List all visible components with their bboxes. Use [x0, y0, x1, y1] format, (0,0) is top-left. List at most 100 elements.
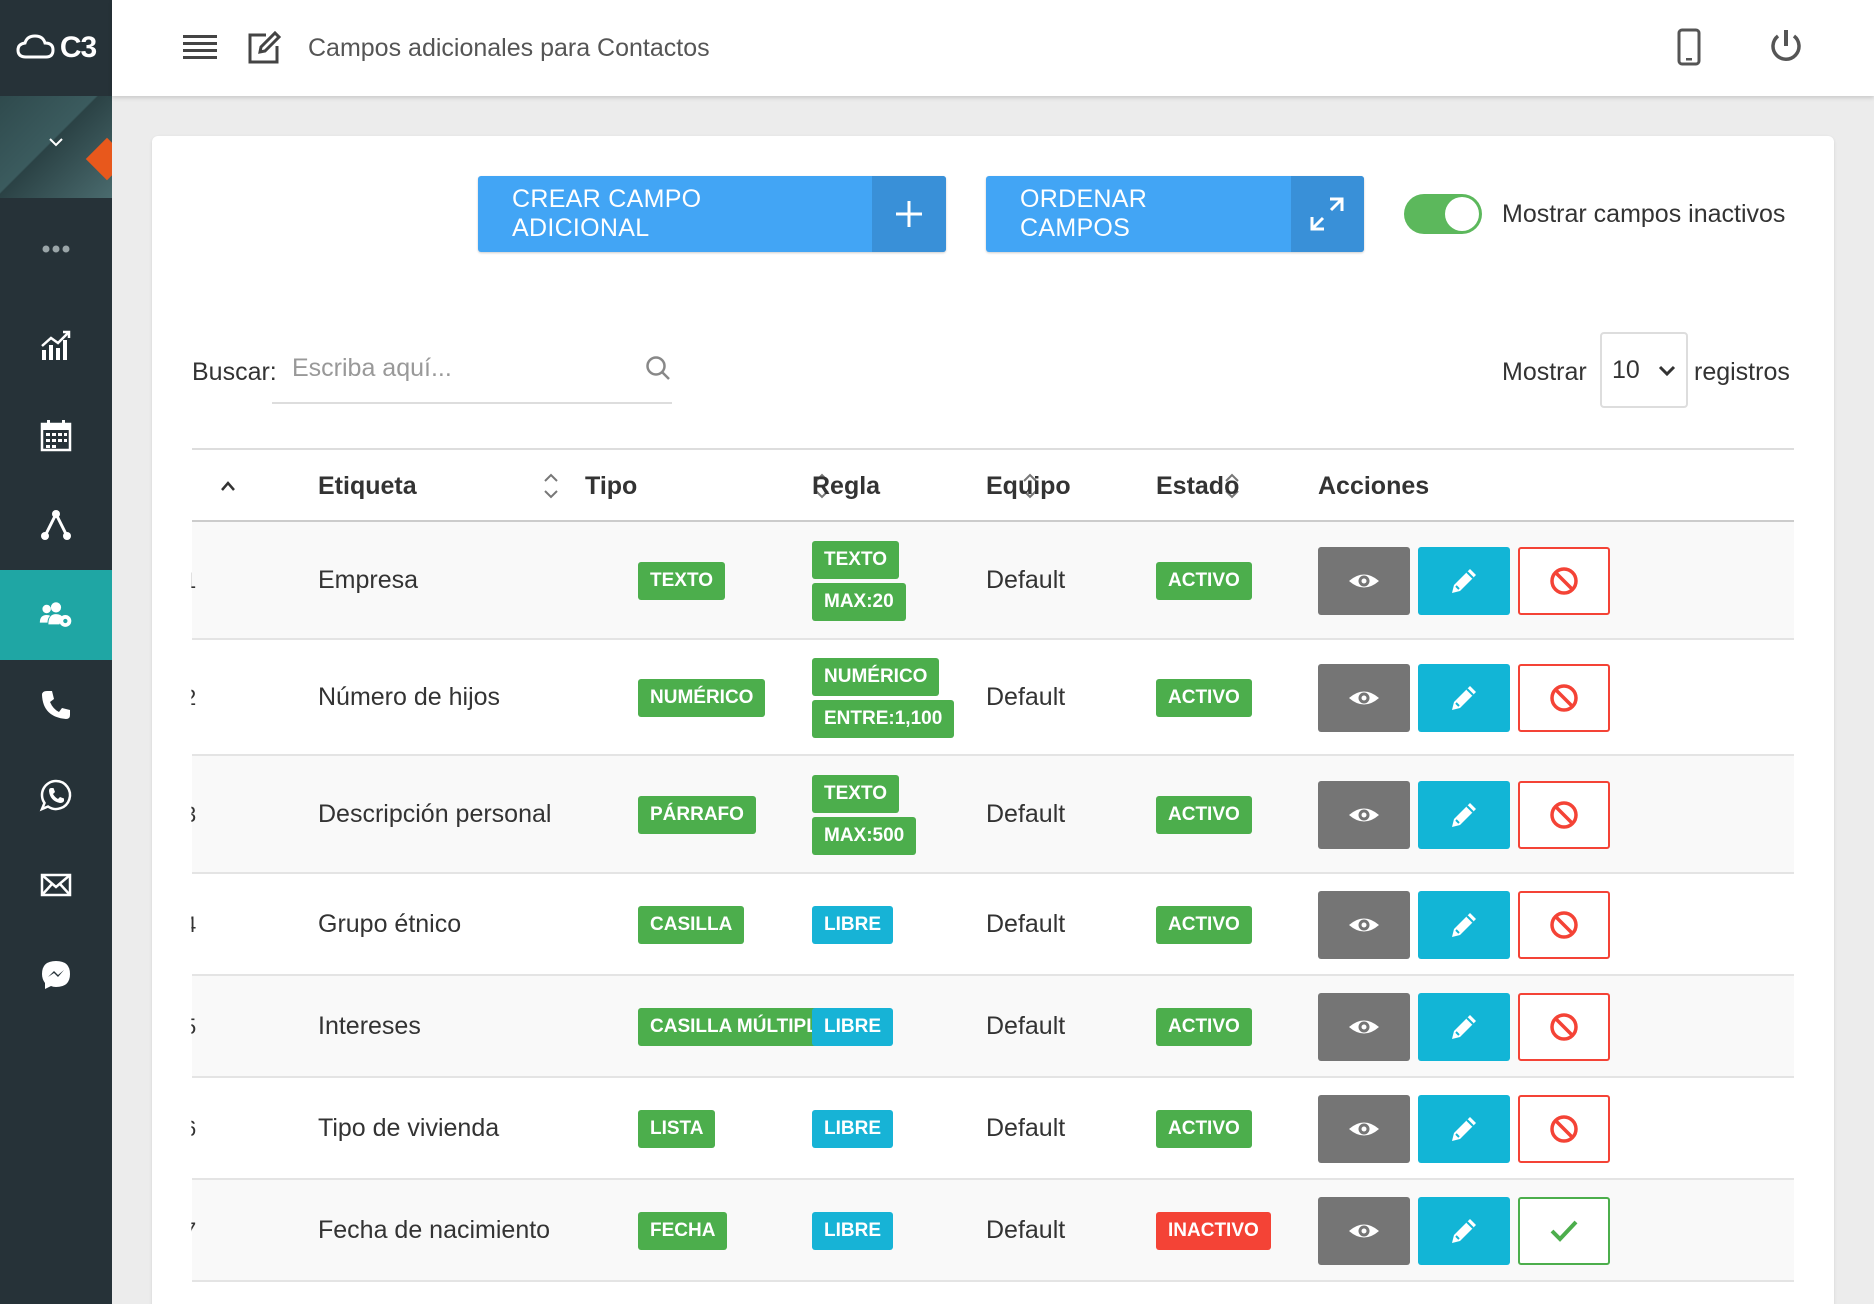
deactivate-button[interactable]: [1518, 664, 1610, 732]
team-value: Default: [986, 910, 1065, 939]
sidebar-item-reports[interactable]: [0, 300, 112, 390]
view-button[interactable]: [1318, 1197, 1410, 1265]
power-icon[interactable]: [1768, 28, 1804, 64]
edit-button[interactable]: [1418, 547, 1510, 615]
top-header: Campos adicionales para Contactos: [112, 0, 1874, 96]
rule-badge: ENTRE:1,100: [812, 700, 954, 738]
edit-button[interactable]: [1418, 993, 1510, 1061]
type-badge: FECHA: [638, 1212, 727, 1250]
sidebar-item-calendar[interactable]: [0, 390, 112, 480]
page-size-label: Mostrar: [1502, 358, 1587, 387]
sidebar-nav: [0, 198, 112, 1020]
check-icon: [1547, 1214, 1581, 1248]
eye-icon: [1347, 564, 1381, 598]
field-label: Número de hijos: [318, 683, 500, 712]
menu-icon[interactable]: [182, 32, 218, 64]
status-badge: ACTIVO: [1156, 562, 1252, 600]
cloud-icon: [16, 33, 56, 63]
edit-button[interactable]: [1418, 664, 1510, 732]
col-equipo[interactable]: Equipo: [986, 472, 1071, 501]
rule-badge: TEXTO: [812, 775, 899, 813]
col-regla[interactable]: Regla: [812, 472, 880, 501]
team-value: Default: [986, 1216, 1065, 1245]
eye-icon: [1347, 798, 1381, 832]
col-estado[interactable]: Estado: [1156, 472, 1239, 501]
table-header: Etiqueta Tipo Regla Equipo Estado Accion…: [192, 448, 1794, 522]
sidebar-item-contacts[interactable]: [0, 570, 112, 660]
chart-icon: [39, 328, 73, 362]
search-icon[interactable]: [644, 354, 672, 382]
rule-badge: MAX:500: [812, 817, 916, 855]
col-etiqueta[interactable]: Etiqueta: [318, 472, 417, 501]
type-badge: LISTA: [638, 1110, 715, 1148]
more-dots-icon: [39, 232, 73, 266]
edit-button[interactable]: [1418, 1095, 1510, 1163]
col-tipo[interactable]: Tipo: [585, 472, 637, 501]
table-row: 7Fecha de nacimientoFECHALIBREDefaultINA…: [192, 1180, 1794, 1282]
deactivate-button[interactable]: [1518, 1095, 1610, 1163]
eye-icon: [1347, 908, 1381, 942]
view-button[interactable]: [1318, 547, 1410, 615]
status-badge: ACTIVO: [1156, 1008, 1252, 1046]
type-badge: CASILLA: [638, 906, 744, 944]
view-button[interactable]: [1318, 664, 1410, 732]
sidebar-item-calls[interactable]: [0, 660, 112, 750]
eye-icon: [1347, 1112, 1381, 1146]
sidebar-item-whatsapp[interactable]: [0, 750, 112, 840]
page-title: Campos adicionales para Contactos: [308, 34, 710, 63]
sidebar-item-flows[interactable]: [0, 480, 112, 570]
row-index: 1: [184, 568, 196, 594]
type-badge: TEXTO: [638, 562, 725, 600]
view-button[interactable]: [1318, 781, 1410, 849]
search-input[interactable]: [292, 354, 622, 383]
view-button[interactable]: [1318, 891, 1410, 959]
status-badge: ACTIVO: [1156, 1110, 1252, 1148]
sidebar: C3: [0, 0, 112, 1304]
mobile-icon[interactable]: [1674, 28, 1704, 66]
edit-button[interactable]: [1418, 891, 1510, 959]
table-row: 3Descripción personalPÁRRAFOTEXTOMAX:500…: [192, 756, 1794, 874]
status-badge: ACTIVO: [1156, 679, 1252, 717]
rule-badge: NUMÉRICO: [812, 658, 939, 696]
sort-asc-icon[interactable]: [220, 480, 236, 492]
deactivate-button[interactable]: [1518, 993, 1610, 1061]
deactivate-button[interactable]: [1518, 547, 1610, 615]
rule-badge: MAX:20: [812, 583, 906, 621]
pencil-icon: [1447, 908, 1481, 942]
sort-icon[interactable]: [542, 470, 560, 502]
sidebar-item-messenger[interactable]: [0, 930, 112, 1020]
phone-icon: [39, 688, 73, 722]
create-field-label: CREAR CAMPO ADICIONAL: [478, 185, 872, 243]
status-badge: ACTIVO: [1156, 906, 1252, 944]
activate-button[interactable]: [1518, 1197, 1610, 1265]
sidebar-item-email[interactable]: [0, 840, 112, 930]
sidebar-item-more[interactable]: [0, 198, 112, 300]
rule-badge: TEXTO: [812, 541, 899, 579]
eye-icon: [1347, 681, 1381, 715]
create-field-button[interactable]: CREAR CAMPO ADICIONAL: [478, 176, 946, 252]
edit-button[interactable]: [1418, 781, 1510, 849]
pencil-icon: [1447, 564, 1481, 598]
show-inactive-toggle[interactable]: [1404, 194, 1482, 234]
order-fields-button[interactable]: ORDENAR CAMPOS: [986, 176, 1364, 252]
deactivate-button[interactable]: [1518, 891, 1610, 959]
pencil-icon: [1447, 1010, 1481, 1044]
rule-badge: LIBRE: [812, 1008, 893, 1046]
app-logo[interactable]: C3: [0, 0, 112, 96]
order-fields-label: ORDENAR CAMPOS: [986, 185, 1291, 243]
page-size-select[interactable]: 10: [1600, 332, 1688, 408]
edit-icon: [246, 30, 282, 66]
view-button[interactable]: [1318, 1095, 1410, 1163]
status-badge: INACTIVO: [1156, 1212, 1271, 1250]
rule-badge: LIBRE: [812, 1110, 893, 1148]
table-row: 6Tipo de viviendaLISTALIBREDefaultACTIVO: [192, 1078, 1794, 1180]
user-panel[interactable]: [0, 96, 112, 198]
view-button[interactable]: [1318, 993, 1410, 1061]
chevron-down-icon[interactable]: [44, 130, 68, 154]
row-index: 5: [184, 1014, 196, 1040]
edit-button[interactable]: [1418, 1197, 1510, 1265]
team-value: Default: [986, 1012, 1065, 1041]
table-row: 4Grupo étnicoCASILLALIBREDefaultACTIVO: [192, 874, 1794, 976]
pencil-icon: [1447, 1112, 1481, 1146]
deactivate-button[interactable]: [1518, 781, 1610, 849]
